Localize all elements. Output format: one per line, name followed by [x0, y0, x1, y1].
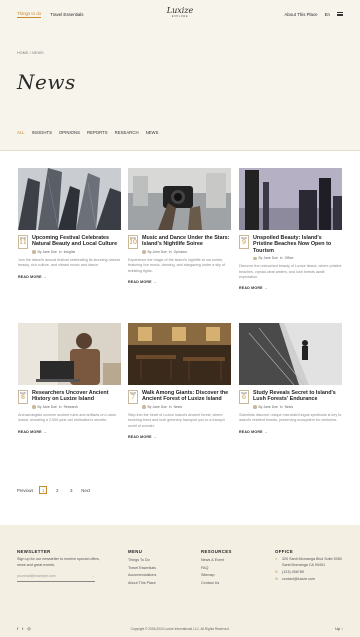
- read-more-link[interactable]: READ MORE →: [18, 430, 121, 434]
- footer-link-about[interactable]: About This Place: [128, 580, 156, 587]
- breadcrumb[interactable]: HOME / NEWS: [17, 51, 44, 55]
- article-excerpt: Experience the magic of the island's nig…: [128, 258, 225, 273]
- date-badge: MAR 9: [239, 235, 249, 249]
- footer-menu: MENU Things To Do Travel Essentials Acco…: [128, 548, 156, 587]
- language-selector[interactable]: En: [325, 12, 330, 17]
- footer-link-contact[interactable]: Contact Us: [201, 580, 232, 587]
- newsletter-heading: NEWSLETTER: [17, 549, 51, 554]
- author-avatar: [142, 405, 146, 409]
- article-byline: By John Doe in Opinions: [142, 250, 231, 254]
- article-byline: By Jane Doe in News: [142, 405, 231, 409]
- article-title[interactable]: Upcoming Festival Celebrates Natural Bea…: [32, 235, 121, 248]
- date-badge: MAR 7: [128, 390, 138, 404]
- article-excerpt: Discover the untouched beauty of Luxize …: [239, 264, 342, 279]
- footer-newsletter: NEWSLETTER Sign up for our newsletter to…: [17, 548, 105, 583]
- read-more-link[interactable]: READ MORE →: [18, 275, 121, 279]
- article-title[interactable]: Researchers Uncover Ancient History on L…: [32, 390, 121, 403]
- office-email[interactable]: contact@luxize.com: [282, 577, 315, 582]
- read-more-link[interactable]: READ MORE →: [239, 286, 342, 290]
- phone-icon: ✆: [275, 570, 279, 574]
- nav-travel-essentials[interactable]: Travel Essentials: [50, 12, 83, 17]
- filter-insights[interactable]: INSIGHTS: [32, 130, 52, 135]
- office-heading: OFFICE: [275, 549, 294, 554]
- article-title[interactable]: Walk Among Giants: Discover the Ancient …: [142, 390, 231, 403]
- article-excerpt: Join the island's annual festival celebr…: [18, 258, 120, 268]
- footer-link-faq[interactable]: FAQ: [201, 565, 232, 572]
- nav-things-to-do[interactable]: Things to do: [17, 11, 42, 18]
- read-more-link[interactable]: READ MORE →: [239, 430, 342, 434]
- article-excerpt: Step into the heart of Luxize Island's a…: [128, 413, 225, 428]
- footer-link-things-to-do[interactable]: Things To Do: [128, 557, 156, 564]
- filter-all[interactable]: ALL: [17, 130, 25, 135]
- article-byline: By Jane Doe in Research: [32, 405, 121, 409]
- author-avatar: [142, 250, 146, 254]
- article-byline: By Jane Doe in Insights: [32, 250, 121, 254]
- date-badge: MAR 10: [128, 235, 138, 249]
- author-avatar: [32, 405, 36, 409]
- article-excerpt: Scientists discover unique microbial fun…: [239, 413, 342, 423]
- article-card: MAR 9 Unspoiled Beauty: Island's Pristine…: [239, 168, 342, 290]
- newsletter-text: Sign up for our newsletter to receive sp…: [17, 557, 100, 567]
- pagination: Previous 1 2 3 Next: [17, 486, 90, 494]
- article-byline: By Jane Doe in News: [253, 405, 342, 409]
- mail-icon: ✉: [275, 577, 279, 582]
- author-avatar: [32, 250, 36, 254]
- office-address: 320 Santi Momanga Blvd Suite 5050 Santi …: [282, 557, 342, 567]
- footer-bottom-bar: f t ◎ Copyright © 2006-2024 Luxize Inter…: [17, 626, 343, 631]
- article-card: MAR 6 Study Reveals Secret to Island's Lu…: [239, 323, 342, 434]
- date-badge: MAR 6: [239, 390, 249, 404]
- copyright-text: Copyright © 2006-2024 Luxize Internation…: [130, 626, 230, 631]
- nav-about[interactable]: About This Place: [285, 12, 318, 17]
- pagination-page-1[interactable]: 1: [39, 486, 48, 494]
- filter-news[interactable]: NEWS: [146, 130, 159, 135]
- article-image-tables[interactable]: [128, 323, 231, 385]
- newsletter-email-input[interactable]: yourmail@example.com →: [17, 573, 95, 583]
- date-badge: MAR 8: [18, 390, 28, 404]
- article-excerpt: Archaeologists uncover ancient ruins and…: [18, 413, 117, 423]
- article-card: MAR 7 Walk Among Giants: Discover the Anc…: [128, 323, 231, 439]
- menu-heading: MENU: [128, 549, 143, 554]
- article-image-camera[interactable]: [128, 168, 231, 230]
- menu-icon[interactable]: [337, 11, 343, 17]
- page-title: News: [17, 70, 76, 94]
- article-card: MAR 11 Upcoming Festival Celebrates Natur…: [18, 168, 121, 279]
- article-card: MAR 8 Researchers Uncover Ancient History…: [18, 323, 121, 434]
- office-phone[interactable]: (123) 456789: [282, 570, 304, 575]
- read-more-link[interactable]: READ MORE →: [128, 280, 231, 284]
- date-badge: MAR 11: [18, 235, 28, 249]
- arrow-right-icon[interactable]: →: [91, 573, 95, 580]
- article-title[interactable]: Study Reveals Secret to Island's Lush Fo…: [253, 390, 342, 403]
- category-filters: ALL INSIGHTS OPINIONS REPORTS RESEARCH N…: [17, 130, 158, 135]
- article-title[interactable]: Unspoiled Beauty: Island's Pristine Beac…: [253, 235, 342, 254]
- nav-right: About This Place En: [285, 11, 343, 17]
- article-image-escalator[interactable]: [239, 323, 342, 385]
- article-card: MAR 10 Music and Dance Under the Stars: I…: [128, 168, 231, 284]
- top-bar: Things to do Travel Essentials About Thi…: [0, 0, 360, 28]
- article-image-towers[interactable]: [239, 168, 342, 230]
- footer-resources: RESOURCES News & Event FAQ Sitemap Conta…: [201, 548, 232, 587]
- article-image-skyscrapers[interactable]: [18, 168, 121, 230]
- author-avatar: [253, 405, 257, 409]
- article-byline: By Jane Doe in Office: [253, 256, 342, 260]
- footer-link-accommodations[interactable]: Accommodations: [128, 572, 156, 579]
- footer-link-sitemap[interactable]: Sitemap: [201, 572, 232, 579]
- location-pin-icon: ⌖: [275, 557, 278, 562]
- filter-opinions[interactable]: OPINIONS: [59, 130, 80, 135]
- pagination-previous[interactable]: Previous: [17, 488, 33, 493]
- pagination-page-2[interactable]: 2: [53, 486, 61, 494]
- filter-research[interactable]: RESEARCH: [115, 130, 139, 135]
- author-avatar: [253, 256, 257, 261]
- article-image-laptop[interactable]: [18, 323, 121, 385]
- nav-left: Things to do Travel Essentials: [17, 11, 83, 18]
- article-title[interactable]: Music and Dance Under the Stars: Island'…: [142, 235, 231, 248]
- footer-office: OFFICE ⌖ 320 Santi Momanga Blvd Suite 505…: [275, 548, 345, 585]
- pagination-next[interactable]: Next: [81, 488, 90, 493]
- pagination-page-3[interactable]: 3: [67, 486, 75, 494]
- footer-link-travel-essentials[interactable]: Travel Essentials: [128, 565, 156, 572]
- footer-link-news-event[interactable]: News & Event: [201, 557, 232, 564]
- resources-heading: RESOURCES: [201, 549, 232, 554]
- filter-reports[interactable]: REPORTS: [87, 130, 108, 135]
- read-more-link[interactable]: READ MORE →: [128, 435, 231, 439]
